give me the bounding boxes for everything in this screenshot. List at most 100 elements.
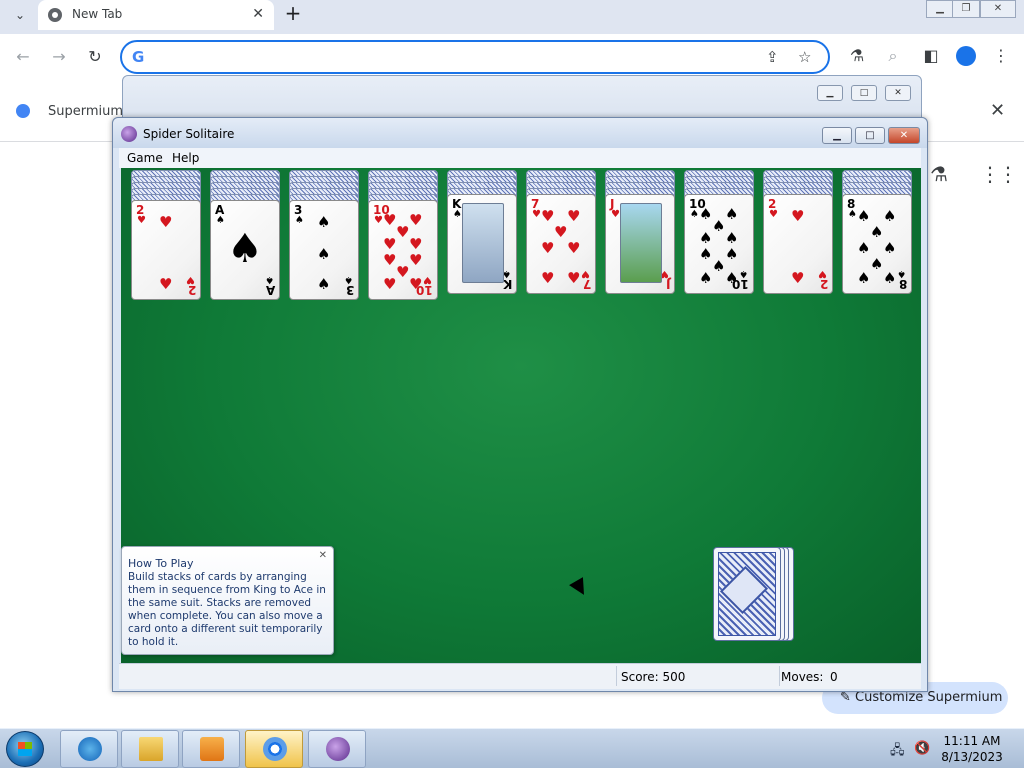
profile-avatar-icon[interactable] [956, 46, 976, 66]
face-up-card[interactable]: 10 ♠ 10 ♠ ♠ ♠ ♠ ♠ ♠ ♠ ♠ ♠ ♠ ♠ [684, 194, 754, 294]
chevron-down-icon[interactable]: ⌄ [10, 6, 30, 24]
maximize-icon[interactable]: □ [851, 85, 877, 101]
card-pip-icon: ♠ [883, 207, 897, 225]
menu-help[interactable]: Help [172, 151, 199, 165]
card-suit-icon: ♠ [848, 209, 857, 220]
face-up-card[interactable]: 3 ♠ 3 ♠ ♠ ♠ ♠ [289, 200, 359, 300]
card-pip-icon: ♠ [699, 229, 713, 247]
card-pip-icon: ♥ [409, 235, 423, 253]
browser-tabstrip: ⌄ New Tab ✕ + ▁ ❐ ✕ [0, 0, 1024, 34]
star-icon[interactable]: ☆ [798, 48, 811, 66]
menu-game[interactable]: Game [127, 151, 163, 165]
card-rank: 3 [345, 283, 354, 297]
card-pip-icon: ♥ [791, 269, 805, 287]
card-pip-icon: ♠ [857, 207, 871, 225]
taskbar-spider-solitaire[interactable] [308, 730, 366, 768]
card-pip-icon: ♥ [383, 251, 397, 269]
arrow-right-icon[interactable]: → [48, 46, 70, 68]
card-pip-icon: ♠ [870, 223, 884, 241]
internet-explorer-icon [78, 737, 102, 761]
start-button[interactable] [6, 731, 44, 767]
speaker-muted-icon[interactable]: 🔇 [914, 741, 930, 756]
google-icon: G [132, 48, 145, 66]
search-icon[interactable]: ⌕ [882, 46, 904, 66]
face-up-card[interactable]: 2 ♥ 2 ♥ ♥ ♥ [131, 200, 201, 300]
minimize-button[interactable]: ▁ [822, 127, 852, 144]
taskbar-explorer[interactable] [121, 730, 179, 768]
tab-title: New Tab [72, 7, 123, 21]
card-pip-icon: ♥ [791, 207, 805, 225]
flask-icon[interactable]: ⚗ [846, 46, 868, 65]
close-icon[interactable]: ✕ [885, 85, 911, 101]
flask-icon[interactable]: ⚗ [930, 162, 948, 186]
maximize-button[interactable]: □ [855, 127, 885, 144]
card-suit-icon: ♥ [186, 274, 195, 285]
apps-grid-icon[interactable]: ⋮⋮⋮ [980, 162, 1024, 186]
taskbar-internet-explorer[interactable] [60, 730, 118, 768]
card-pip-icon: ♥ [567, 239, 581, 257]
arrow-left-icon[interactable]: ← [12, 46, 34, 68]
card-suit-icon: ♠ [897, 268, 906, 279]
card-rank: 7 [582, 277, 591, 291]
tab-new-tab[interactable]: New Tab ✕ [38, 0, 274, 30]
card-pip-icon: ♥ [541, 239, 555, 257]
close-icon[interactable]: ✕ [252, 6, 264, 22]
restore-icon[interactable]: ❐ [952, 0, 980, 18]
card-pip-icon: ♠ [317, 245, 331, 263]
stock-pile[interactable] [713, 547, 781, 641]
card-rank: A [265, 283, 275, 297]
customize-label: Customize Supermium [855, 690, 1003, 705]
card-suit-icon: ♠ [739, 268, 748, 279]
card-pip-icon: ♠ [883, 269, 897, 287]
card-pip-icon: ♠ [725, 229, 739, 247]
close-button[interactable]: ✕ [888, 127, 920, 144]
reload-icon[interactable]: ↻ [84, 46, 106, 68]
card-suit-icon: ♠ [453, 209, 462, 220]
card-suit-icon: ♠ [216, 215, 225, 226]
close-icon[interactable]: ✕ [980, 0, 1016, 18]
face-up-card[interactable]: K ♠ K ♠ [447, 194, 517, 294]
card-suit-icon: ♥ [423, 274, 432, 285]
card-pip-icon: ♥ [383, 275, 397, 293]
status-separator [779, 666, 780, 686]
face-up-card[interactable]: 2 ♥ 2 ♥ ♥ ♥ [763, 194, 833, 294]
card-pip-icon: ♠ [699, 245, 713, 263]
chrome-icon [48, 8, 62, 22]
card-pip-icon: ♠ [725, 269, 739, 287]
face-up-card[interactable]: 7 ♥ 7 ♥ ♥ ♥ ♥ ♥ ♥ ♥ ♥ [526, 194, 596, 294]
menu-bar: Game Help [119, 148, 921, 168]
card-pip-icon: ♥ [567, 207, 581, 225]
card-suit-icon: ♠ [690, 209, 699, 220]
taskbar-supermium[interactable] [245, 730, 303, 768]
kebab-menu-icon[interactable]: ⋮ [990, 46, 1012, 65]
spider-titlebar[interactable]: Spider Solitaire ▁ □ ✕ [113, 118, 927, 148]
supermium-icon [263, 737, 287, 761]
close-icon[interactable]: ✕ [990, 100, 1005, 121]
card-pip-icon: ♥ [396, 223, 410, 241]
taskbar-media-player[interactable] [182, 730, 240, 768]
system-clock[interactable]: 11:11 AM 8/13/2023 [930, 733, 1014, 765]
face-up-card[interactable]: 8 ♠ 8 ♠ ♠ ♠ ♠ ♠ ♠ ♠ ♠ ♠ [842, 194, 912, 294]
face-up-card[interactable]: J ♥ J ♥ [605, 194, 675, 294]
plus-icon[interactable]: + [282, 3, 304, 25]
card-pip-icon: ♠ [317, 275, 331, 293]
media-player-icon [200, 737, 224, 761]
face-up-card[interactable]: 10 ♥ 10 ♥ ♥ ♥ ♥ ♥ ♥ ♥ ♥ ♥ ♥ ♥ [368, 200, 438, 300]
card-rank: 2 [819, 277, 828, 291]
side-panel-icon[interactable]: ◧ [920, 46, 942, 65]
card-pip-icon: ♥ [541, 269, 555, 287]
share-icon[interactable]: ⇪ [766, 48, 779, 66]
window-title: Spider Solitaire [143, 127, 235, 141]
minimize-icon[interactable]: ▁ [926, 0, 954, 18]
network-icon[interactable]: 🖧 [890, 741, 905, 763]
spider-icon [121, 126, 137, 142]
card-pip-icon: ♠ [699, 269, 713, 287]
card-pip-icon: ♥ [409, 251, 423, 269]
card-pip-icon: ♠ [712, 257, 726, 275]
face-up-card[interactable]: A ♠ A ♠ ♠ [210, 200, 280, 300]
close-icon[interactable]: ✕ [319, 550, 327, 561]
minimize-icon[interactable]: ▁ [817, 85, 843, 101]
card-pip-icon: ♠ [725, 245, 739, 263]
card-pip-icon: ♠ [227, 226, 263, 272]
address-bar[interactable]: G ⇪ ☆ [120, 40, 830, 74]
